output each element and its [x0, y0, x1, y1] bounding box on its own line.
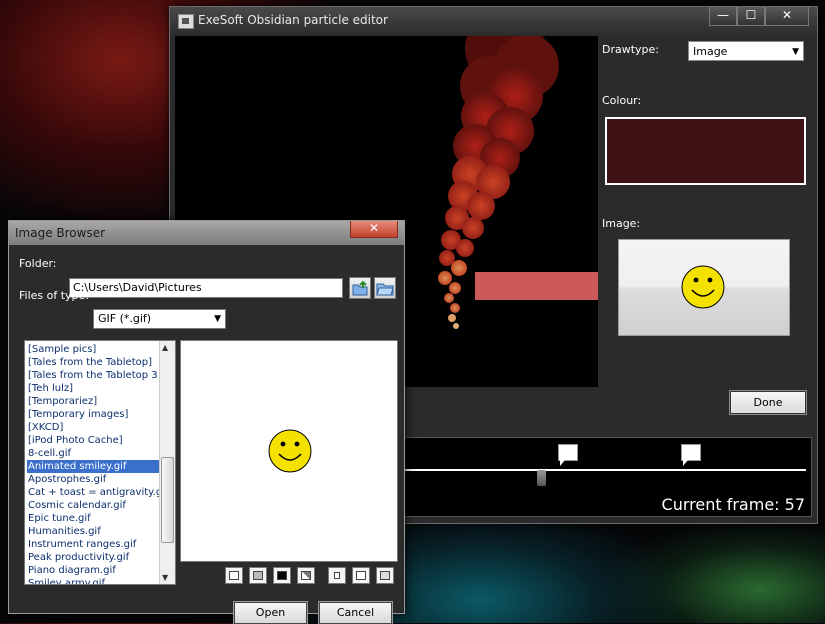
bg-white-button[interactable]	[225, 567, 243, 584]
file-list-item[interactable]: [Temporary images]	[27, 408, 159, 421]
gray-swatch-icon	[253, 571, 263, 580]
browser-window-controls: ✕	[350, 221, 398, 241]
bg-checker-button[interactable]	[297, 567, 315, 584]
actual-size-icon	[334, 572, 340, 579]
chevron-down-icon: ▼	[792, 47, 799, 57]
file-list[interactable]: [Sample pics] [Tales from the Tabletop] [T…	[24, 340, 176, 585]
checker-swatch-icon	[301, 571, 311, 580]
file-list-items: [Sample pics] [Tales from the Tabletop] [T…	[25, 341, 159, 584]
folder-up-icon	[352, 280, 368, 296]
scroll-down-icon[interactable]: ▼	[162, 573, 168, 582]
file-list-item[interactable]: Peak productivity.gif	[27, 551, 159, 564]
file-list-item[interactable]: [Teh lulz]	[27, 382, 159, 395]
bg-black-button[interactable]	[273, 567, 291, 584]
emitter-beam	[475, 272, 598, 300]
image-label: Image:	[602, 217, 641, 230]
colour-label: Colour:	[602, 94, 642, 107]
editor-window-controls: — ☐ ✕	[709, 7, 809, 27]
app-icon	[178, 14, 194, 29]
file-list-item[interactable]: [Temporariez]	[27, 395, 159, 408]
playhead-handle[interactable]	[537, 470, 546, 486]
file-type-value: GIF (*.gif)	[98, 312, 152, 325]
file-list-item[interactable]: [Tales from the Tabletop 3	[27, 369, 159, 382]
files-of-type-label: Files of type:	[19, 289, 90, 302]
file-list-item[interactable]: Animated smiley.gif	[27, 460, 159, 473]
bg-gray-button[interactable]	[249, 567, 267, 584]
scrollbar-thumb[interactable]	[161, 457, 174, 543]
close-button[interactable]: ✕	[765, 7, 809, 26]
folder-label: Folder:	[19, 257, 57, 270]
zoom-stretch-button[interactable]	[376, 567, 394, 584]
file-list-item[interactable]: Piano diagram.gif	[27, 564, 159, 577]
white-swatch-icon	[229, 571, 239, 580]
browse-folder-button[interactable]	[374, 277, 396, 299]
editor-title: ExeSoft Obsidian particle editor	[198, 13, 388, 27]
zoom-actual-button[interactable]	[328, 567, 346, 584]
image-preview	[180, 340, 398, 562]
black-swatch-icon	[277, 571, 287, 580]
browser-close-button[interactable]: ✕	[350, 221, 398, 238]
fit-icon	[356, 571, 366, 580]
file-list-item[interactable]: Cat + toast = antigravity.g	[27, 486, 159, 499]
file-list-item[interactable]: [Sample pics]	[27, 343, 159, 356]
smiley-icon	[268, 429, 312, 473]
keyframe-marker[interactable]	[681, 444, 701, 466]
file-list-item[interactable]: Apostrophes.gif	[27, 473, 159, 486]
browser-body: Folder: C:\Users\David\Pictures Files of…	[13, 246, 400, 624]
editor-titlebar[interactable]: ExeSoft Obsidian particle editor — ☐ ✕	[170, 7, 817, 35]
scroll-up-icon[interactable]: ▲	[162, 343, 168, 352]
drawtype-value: Image	[693, 45, 728, 58]
file-list-item[interactable]: Smiley army.gif	[27, 577, 159, 584]
colour-swatch[interactable]	[605, 117, 806, 185]
cancel-button[interactable]: Cancel	[318, 601, 393, 624]
file-list-item[interactable]: Epic tune.gif	[27, 512, 159, 525]
file-list-item[interactable]: 8-cell.gif	[27, 447, 159, 460]
browser-title: Image Browser	[15, 226, 106, 240]
stretch-icon	[380, 571, 390, 580]
file-list-item[interactable]: [Tales from the Tabletop]	[27, 356, 159, 369]
open-folder-icon	[376, 283, 394, 296]
file-list-item[interactable]: Cosmic calendar.gif	[27, 499, 159, 512]
chevron-down-icon: ▼	[214, 314, 221, 324]
open-button[interactable]: Open	[233, 601, 308, 624]
minimize-button[interactable]: —	[709, 7, 737, 26]
file-list-item[interactable]: Humanities.gif	[27, 525, 159, 538]
image-picker-button[interactable]	[618, 239, 790, 336]
keyframe-marker[interactable]	[558, 444, 578, 466]
drawtype-select[interactable]: Image ▼	[688, 41, 804, 61]
current-frame-readout: Current frame: 57	[661, 495, 805, 514]
zoom-fit-button[interactable]	[352, 567, 370, 584]
file-type-select[interactable]: GIF (*.gif) ▼	[93, 309, 226, 329]
folder-input[interactable]: C:\Users\David\Pictures	[69, 278, 343, 298]
done-button[interactable]: Done	[729, 390, 807, 415]
file-list-scrollbar[interactable]: ▲ ▼	[159, 341, 175, 584]
drawtype-label: Drawtype:	[602, 43, 660, 56]
maximize-button[interactable]: ☐	[737, 7, 765, 26]
smiley-icon	[681, 265, 725, 309]
file-list-item[interactable]: [iPod Photo Cache]	[27, 434, 159, 447]
folder-up-button[interactable]	[349, 277, 371, 299]
image-browser-dialog: Image Browser ✕ Folder: C:\Users\David\P…	[8, 220, 405, 624]
browser-titlebar[interactable]: Image Browser ✕	[9, 221, 404, 245]
file-list-item[interactable]: Instrument ranges.gif	[27, 538, 159, 551]
file-list-item[interactable]: [XKCD]	[27, 421, 159, 434]
